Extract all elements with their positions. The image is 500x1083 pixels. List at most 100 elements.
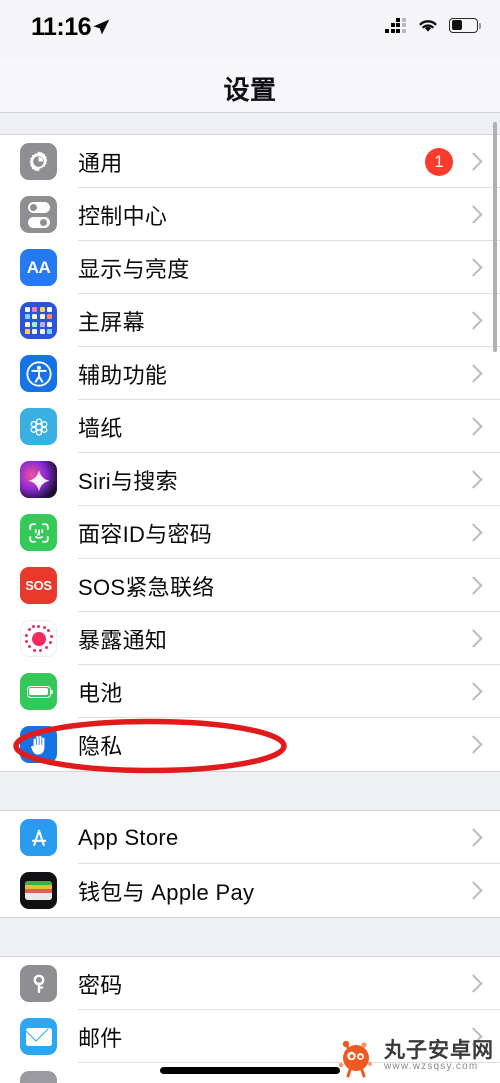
settings-row-passwords[interactable]: 密码 bbox=[0, 957, 500, 1010]
chevron-right-icon bbox=[464, 881, 483, 900]
passwords-key-icon bbox=[20, 965, 57, 1002]
page-title: 设置 bbox=[223, 75, 277, 105]
row-accessory bbox=[464, 811, 483, 864]
row-accessory bbox=[464, 864, 483, 917]
settings-row-label: 墙纸 bbox=[78, 415, 123, 441]
chevron-right-icon bbox=[464, 205, 483, 224]
navigation-bar: 设置 bbox=[0, 58, 500, 113]
row-accessory bbox=[464, 188, 483, 241]
section-gap bbox=[0, 917, 500, 957]
row-accessory bbox=[464, 241, 483, 294]
settings-row-label: 控制中心 bbox=[78, 203, 168, 229]
chevron-right-icon bbox=[464, 470, 483, 489]
settings-row-label: 面容ID与密码 bbox=[78, 521, 213, 547]
mascot-logo bbox=[338, 1040, 372, 1078]
gear-icon bbox=[20, 143, 57, 180]
settings-row-accessibility[interactable]: 辅助功能 bbox=[0, 347, 500, 400]
settings-row-label: 电池 bbox=[78, 680, 123, 706]
home-screen-icon bbox=[20, 302, 57, 339]
row-accessory bbox=[464, 957, 483, 1010]
settings-row-wallet-apple-pay[interactable]: 钱包与 Apple Pay bbox=[0, 864, 500, 917]
wifi-icon bbox=[419, 20, 437, 32]
settings-row-face-id-passcode[interactable]: 面容ID与密码 bbox=[0, 506, 500, 559]
settings-row-app-store[interactable]: App Store bbox=[0, 811, 500, 864]
chevron-right-icon bbox=[464, 311, 483, 330]
row-accessory bbox=[464, 347, 483, 400]
settings-row-battery[interactable]: 电池 bbox=[0, 665, 500, 718]
exposure-notifications-icon bbox=[20, 620, 57, 657]
home-indicator-bar bbox=[160, 1067, 340, 1074]
face-id-icon bbox=[20, 514, 57, 551]
site-watermark: 丸子安卓网 www.wzsqsy.com bbox=[332, 1033, 494, 1079]
settings-group-store: App Store 钱包与 Apple Pay bbox=[0, 811, 500, 917]
section-gap bbox=[0, 771, 500, 811]
chevron-right-icon bbox=[464, 629, 483, 648]
row-accessory: 1 bbox=[425, 135, 483, 188]
exposure-dots bbox=[24, 624, 54, 654]
row-accessory bbox=[464, 400, 483, 453]
chevron-right-icon bbox=[464, 974, 483, 993]
chevron-right-icon bbox=[464, 258, 483, 277]
settings-row-label: 密码 bbox=[78, 972, 123, 998]
settings-row-label: 暴露通知 bbox=[78, 627, 168, 653]
row-accessory bbox=[464, 294, 483, 347]
scrollbar-thumb[interactable] bbox=[493, 122, 497, 352]
settings-row-label: SOS紧急联络 bbox=[78, 574, 215, 600]
row-accessory bbox=[464, 718, 483, 771]
settings-row-emergency-sos[interactable]: SOS SOS紧急联络 bbox=[0, 559, 500, 612]
settings-row-label: 邮件 bbox=[78, 1025, 123, 1051]
chevron-right-icon bbox=[464, 523, 483, 542]
settings-row-general[interactable]: 通用 1 bbox=[0, 135, 500, 188]
battery-icon bbox=[449, 17, 481, 33]
wallet-icon bbox=[20, 872, 57, 909]
watermark-site-name: 丸子安卓网 bbox=[384, 1038, 494, 1062]
battery-fill bbox=[451, 20, 462, 30]
sos-icon: SOS bbox=[20, 567, 57, 604]
chevron-right-icon bbox=[464, 417, 483, 436]
settings-row-wallpaper[interactable]: 墙纸 bbox=[0, 400, 500, 453]
row-accessory bbox=[464, 612, 483, 665]
accessibility-icon bbox=[20, 355, 57, 392]
watermark-url: www.wzsqsy.com bbox=[384, 1060, 479, 1072]
row-accessory bbox=[464, 506, 483, 559]
settings-row-label: 隐私 bbox=[78, 733, 123, 759]
chevron-right-icon bbox=[464, 152, 483, 171]
control-center-icon bbox=[20, 196, 57, 233]
settings-row-display-brightness[interactable]: AA 显示与亮度 bbox=[0, 241, 500, 294]
settings-row-home-screen[interactable]: 主屏幕 bbox=[0, 294, 500, 347]
status-bar: 11:16 bbox=[0, 0, 500, 58]
chevron-right-icon bbox=[464, 576, 483, 595]
status-time: 11:16 bbox=[31, 13, 92, 41]
settings-row-label: 通用 bbox=[78, 150, 123, 176]
settings-row-label: 主屏幕 bbox=[78, 309, 145, 335]
mail-icon bbox=[20, 1018, 57, 1055]
status-indicators bbox=[385, 16, 481, 34]
settings-group-system: 通用 1 控制中心 AA 显示与亮度 主屏幕 辅助功能 墙纸 Siri与搜索 面… bbox=[0, 135, 500, 771]
settings-row-siri-search[interactable]: Siri与搜索 bbox=[0, 453, 500, 506]
privacy-hand-icon bbox=[20, 726, 57, 763]
settings-row-privacy[interactable]: 隐私 bbox=[0, 718, 500, 771]
section-gap bbox=[0, 113, 500, 135]
settings-list[interactable]: 通用 1 控制中心 AA 显示与亮度 主屏幕 辅助功能 墙纸 Siri与搜索 面… bbox=[0, 113, 500, 1083]
row-accessory bbox=[464, 665, 483, 718]
settings-row-label: Siri与搜索 bbox=[78, 468, 178, 494]
settings-row-label: App Store bbox=[78, 824, 179, 850]
settings-row-label: 辅助功能 bbox=[78, 362, 168, 388]
settings-row-control-center[interactable]: 控制中心 bbox=[0, 188, 500, 241]
chevron-right-icon bbox=[464, 364, 483, 383]
settings-row-exposure-notifications[interactable]: 暴露通知 bbox=[0, 612, 500, 665]
cellular-signal-icon bbox=[385, 17, 407, 33]
app-store-icon bbox=[20, 819, 57, 856]
siri-icon bbox=[20, 461, 57, 498]
iphone-screen: 11:16 设置 通用 1 控制中心 AA 显示与亮度 主屏幕 辅助功能 墙纸 … bbox=[0, 0, 500, 1083]
wallpaper-icon bbox=[20, 408, 57, 445]
row-accessory bbox=[464, 453, 483, 506]
display-brightness-icon: AA bbox=[20, 249, 57, 286]
settings-row-label: 显示与亮度 bbox=[78, 256, 190, 282]
battery-settings-icon bbox=[20, 673, 57, 710]
watermark-text: 丸子安卓网 www.wzsqsy.com bbox=[384, 1038, 494, 1073]
location-arrow-icon bbox=[93, 19, 110, 35]
chevron-right-icon bbox=[464, 735, 483, 754]
chevron-right-icon bbox=[464, 828, 483, 847]
partial-row-icon bbox=[20, 1071, 57, 1083]
